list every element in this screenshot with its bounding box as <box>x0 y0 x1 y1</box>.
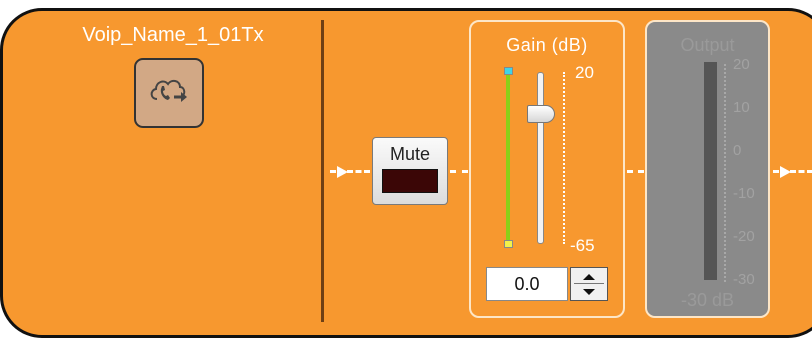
mute-indicator <box>382 169 438 193</box>
output-scale-label: 0 <box>733 142 742 159</box>
gain-spinner <box>570 267 608 301</box>
output-scale-label: -30 <box>733 271 755 288</box>
gain-level-bar <box>506 70 510 246</box>
output-panel: Output 20 10 0 -10 -20 -30 -30 dB <box>645 20 770 318</box>
output-meter <box>704 62 717 280</box>
output-scale-ticks <box>724 64 730 282</box>
gain-title: Gain (dB) <box>506 35 588 55</box>
mute-label: Mute <box>389 144 431 164</box>
spin-up-button[interactable] <box>574 270 604 284</box>
gain-slider-thumb[interactable] <box>527 105 555 123</box>
level-cap-bottom <box>504 240 513 248</box>
gain-max-label: 20 <box>575 63 594 82</box>
signal-line-output <box>773 170 812 173</box>
gain-min-label: -65 <box>570 236 595 255</box>
signal-line-mute-out <box>450 170 468 173</box>
mute-button[interactable]: Mute <box>372 137 448 205</box>
gain-value-input[interactable]: 0.0 <box>486 267 568 301</box>
channel-name: Voip_Name_1_01Tx <box>82 24 264 46</box>
signal-arrow-icon <box>780 166 791 178</box>
output-scale-label: -20 <box>733 228 755 245</box>
arrow-down-icon <box>583 288 595 295</box>
section-divider <box>321 20 324 322</box>
output-title: Output <box>680 35 735 55</box>
signal-arrow-icon <box>337 166 348 178</box>
signal-line-in <box>330 170 370 173</box>
signal-line-gain-out <box>627 170 644 173</box>
arrow-up-icon <box>583 273 595 280</box>
output-scale-label: 20 <box>733 56 750 73</box>
level-cap-top <box>504 67 513 75</box>
cloud-phone-icon <box>147 73 191 114</box>
spin-down-button[interactable] <box>574 285 604 298</box>
gain-slider-track[interactable] <box>537 72 544 244</box>
output-scale-label: -10 <box>733 185 755 202</box>
output-readout: -30 dB <box>680 290 735 310</box>
output-scale-label: 10 <box>733 99 750 116</box>
voip-button[interactable] <box>134 58 204 128</box>
gain-scale-ticks <box>563 72 570 244</box>
